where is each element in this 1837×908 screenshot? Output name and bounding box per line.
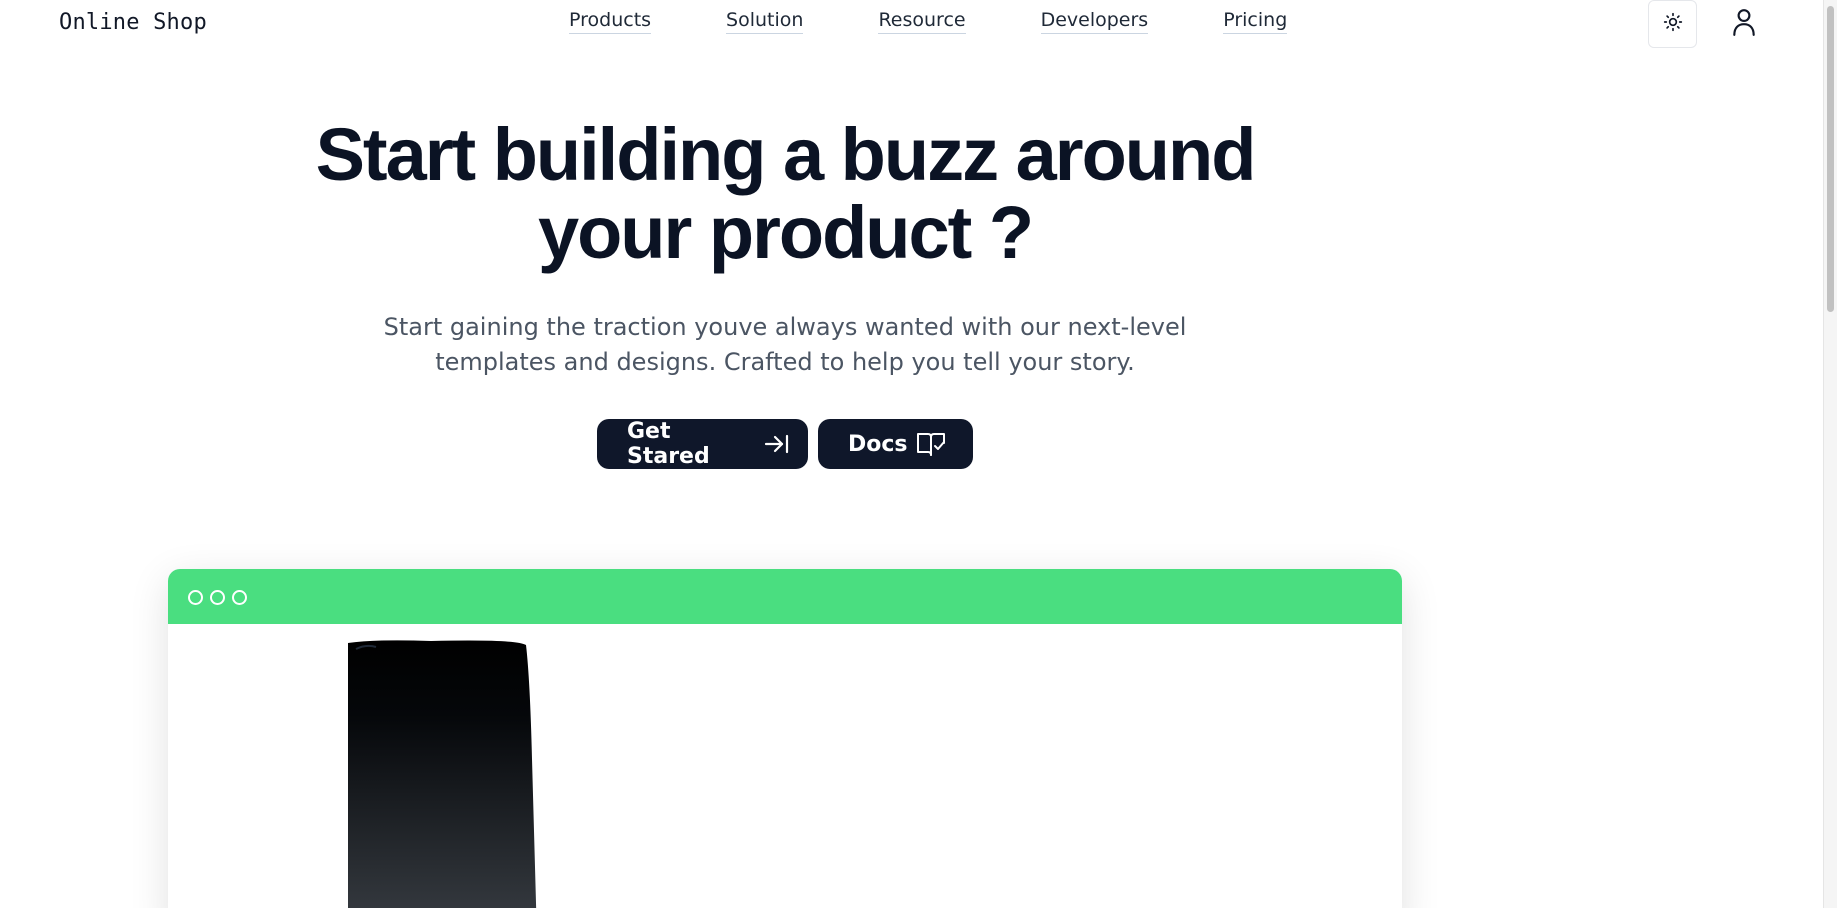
docs-button[interactable]: Docs (818, 419, 973, 469)
user-icon (1731, 8, 1757, 41)
hero-actions: Get Stared Docs (597, 419, 973, 469)
browser-title-bar (168, 569, 1402, 624)
hero-subtitle: Start gaining the traction youve always … (370, 310, 1200, 380)
book-check-icon (916, 431, 946, 457)
product-image (346, 639, 544, 908)
scrollbar-thumb[interactable] (1827, 6, 1834, 312)
nav-item-developers[interactable]: Developers (1040, 9, 1149, 34)
arrow-right-to-line-icon (764, 433, 790, 455)
hero-title: Start building a buzz around your produc… (170, 116, 1400, 272)
get-started-label: Get Stared (627, 419, 710, 469)
nav-item-resource[interactable]: Resource (878, 9, 966, 34)
docs-label: Docs (848, 431, 908, 457)
hero-subtitle-line-1: Start gaining the traction youve always … (383, 313, 1187, 341)
hero-title-line-1: Start building a buzz around (315, 113, 1257, 196)
nav-item-products[interactable]: Products (569, 9, 652, 34)
nav-item-pricing[interactable]: Pricing (1223, 9, 1288, 34)
theme-toggle-button[interactable] (1648, 0, 1697, 48)
sun-icon (1663, 12, 1683, 37)
main-nav: Products Solution Resource Developers Pr… (569, 9, 1288, 34)
site-logo[interactable]: Online Shop (59, 10, 207, 35)
window-dot-icon (210, 590, 225, 605)
window-dot-icon (232, 590, 247, 605)
nav-item-solution[interactable]: Solution (726, 9, 804, 34)
hero-subtitle-line-2: templates and designs. Crafted to help y… (435, 348, 1135, 376)
page-scrollbar[interactable] (1823, 0, 1837, 908)
site-header: Online Shop Products Solution Resource D… (0, 0, 1837, 50)
user-account-button[interactable] (1726, 4, 1762, 44)
hero-title-line-2: your product ? (537, 191, 1034, 274)
browser-preview (168, 569, 1402, 908)
get-started-button[interactable]: Get Stared (597, 419, 808, 469)
window-dot-icon (188, 590, 203, 605)
